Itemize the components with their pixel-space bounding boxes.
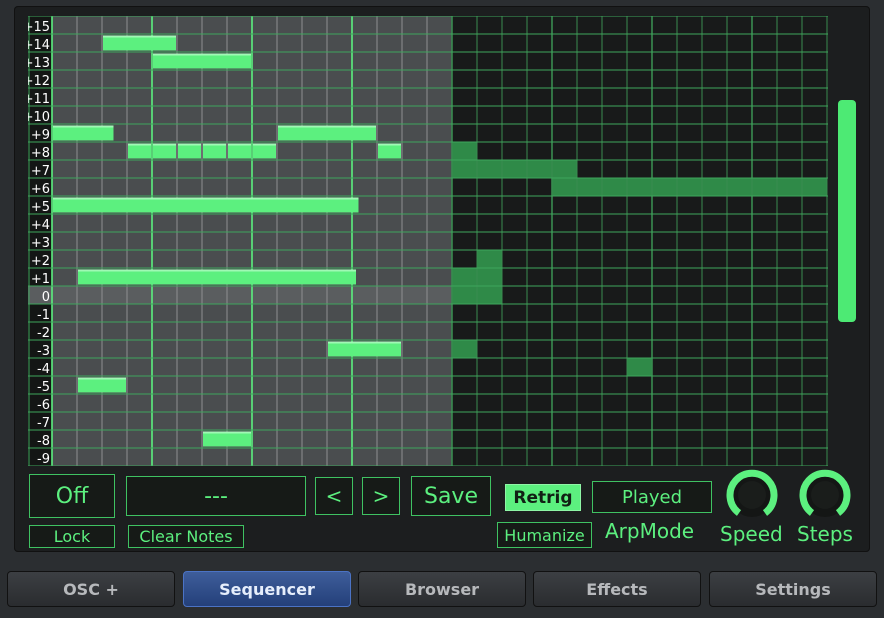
note-block[interactable] bbox=[278, 125, 376, 141]
arpmode-label: ArpMode bbox=[605, 519, 695, 543]
note-block[interactable] bbox=[328, 341, 401, 357]
off-button-label: Off bbox=[55, 483, 89, 509]
row-label: +10 bbox=[28, 110, 50, 125]
knob-icon bbox=[726, 469, 778, 517]
tab-settings[interactable]: Settings bbox=[709, 571, 877, 607]
note-grid[interactable]: +15+14+13+12+11+10+9+8+7+6+5+4+3+2+10-1-… bbox=[28, 16, 828, 466]
next-preset-button[interactable]: > bbox=[362, 477, 400, 515]
steps-label: Steps bbox=[797, 522, 853, 546]
lock-button-label: Lock bbox=[53, 527, 91, 546]
tab-sequencer-label: Sequencer bbox=[219, 579, 315, 599]
row-label: +1 bbox=[31, 272, 50, 287]
row-label: +4 bbox=[31, 218, 50, 233]
note-block[interactable] bbox=[103, 35, 176, 51]
note-block[interactable] bbox=[378, 143, 401, 159]
note-block[interactable] bbox=[203, 143, 226, 159]
speed-label: Speed bbox=[720, 522, 783, 546]
row-label: +2 bbox=[31, 254, 50, 269]
tab-osc-label: OSC + bbox=[63, 579, 119, 599]
retrig-label: Retrig bbox=[513, 487, 573, 508]
retrig-toggle[interactable]: Retrig bbox=[505, 484, 581, 511]
row-label: -2 bbox=[37, 326, 50, 341]
note-block[interactable] bbox=[153, 143, 176, 159]
note-block[interactable] bbox=[128, 143, 151, 159]
humanize-toggle[interactable]: Humanize bbox=[497, 522, 592, 548]
tab-browser-label: Browser bbox=[404, 579, 480, 599]
row-label: +12 bbox=[28, 74, 50, 89]
off-button[interactable]: Off bbox=[29, 474, 115, 518]
note-block[interactable] bbox=[78, 269, 356, 285]
note-block[interactable] bbox=[178, 143, 201, 159]
tab-browser[interactable]: Browser bbox=[358, 571, 526, 607]
save-button-label: Save bbox=[423, 483, 478, 509]
note-block[interactable] bbox=[228, 143, 251, 159]
knob-icon bbox=[799, 469, 851, 517]
steps-knob[interactable] bbox=[797, 469, 853, 521]
row-label: -7 bbox=[37, 416, 50, 431]
row-label: +13 bbox=[28, 56, 50, 71]
preset-name-field[interactable]: --- bbox=[126, 476, 306, 516]
preset-name-value: --- bbox=[204, 483, 228, 509]
row-label: +7 bbox=[31, 164, 50, 179]
ghost-note bbox=[452, 160, 577, 178]
row-label: +5 bbox=[31, 200, 50, 215]
row-label: -6 bbox=[37, 398, 50, 413]
ghost-note bbox=[452, 142, 477, 160]
tab-effects[interactable]: Effects bbox=[533, 571, 701, 607]
row-label: -8 bbox=[37, 434, 50, 449]
row-label: -5 bbox=[37, 380, 50, 395]
tab-effects-label: Effects bbox=[586, 579, 648, 599]
ghost-note bbox=[627, 358, 652, 376]
tab-sequencer[interactable]: Sequencer bbox=[183, 571, 351, 607]
row-label: +8 bbox=[31, 146, 50, 161]
row-label: +6 bbox=[31, 182, 50, 197]
vertical-scrollbar-thumb[interactable] bbox=[838, 100, 856, 322]
row-label: +14 bbox=[28, 38, 50, 53]
inactive-loop-region bbox=[452, 16, 828, 466]
note-block[interactable] bbox=[78, 377, 126, 393]
prev-preset-button[interactable]: < bbox=[315, 477, 353, 515]
row-label: -1 bbox=[37, 308, 50, 323]
note-block[interactable] bbox=[53, 197, 359, 213]
row-label: 0 bbox=[42, 290, 50, 305]
row-label: -3 bbox=[37, 344, 50, 359]
chevron-left-icon: < bbox=[325, 484, 343, 508]
ghost-note bbox=[452, 340, 477, 358]
row-label: -4 bbox=[37, 362, 50, 377]
note-block[interactable] bbox=[53, 125, 114, 141]
save-button[interactable]: Save bbox=[411, 476, 491, 516]
note-block[interactable] bbox=[153, 53, 251, 69]
speed-knob[interactable] bbox=[724, 469, 780, 521]
lock-button[interactable]: Lock bbox=[29, 525, 115, 548]
clear-notes-label: Clear Notes bbox=[139, 527, 233, 546]
note-block[interactable] bbox=[253, 143, 276, 159]
row-label: +15 bbox=[28, 20, 50, 35]
row-label: -9 bbox=[37, 452, 50, 466]
chevron-right-icon: > bbox=[372, 484, 390, 508]
clear-notes-button[interactable]: Clear Notes bbox=[128, 525, 244, 548]
humanize-label: Humanize bbox=[504, 525, 585, 545]
ghost-note bbox=[477, 250, 502, 268]
row-label: +3 bbox=[31, 236, 50, 251]
zero-row-highlight bbox=[28, 286, 452, 304]
arpmode-select[interactable]: Played bbox=[592, 481, 712, 513]
arpmode-value: Played bbox=[621, 486, 683, 508]
row-label: +11 bbox=[28, 92, 50, 107]
row-label: +9 bbox=[31, 128, 50, 143]
note-block[interactable] bbox=[203, 431, 251, 447]
ghost-note bbox=[552, 178, 827, 196]
tab-settings-label: Settings bbox=[755, 579, 831, 599]
tab-osc[interactable]: OSC + bbox=[7, 571, 175, 607]
